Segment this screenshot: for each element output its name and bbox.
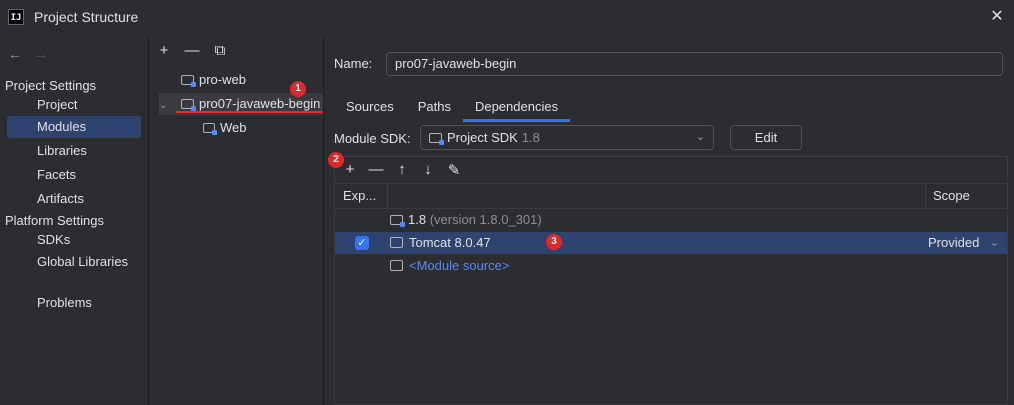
annotation-underline [176,111,323,113]
module-folder-icon [181,75,196,87]
module-name-input[interactable]: pro07-javaweb-begin [386,52,1003,76]
table-row[interactable]: ✓ Tomcat 8.0.47 Provided ⌄ [335,232,1007,254]
name-label: Name: [334,56,373,71]
dependency-name: 1.8 [408,212,427,227]
export-checkbox[interactable]: ✓ [355,236,369,250]
tree-item-label: Web [220,120,247,135]
tab-paths[interactable]: Paths [406,96,463,122]
sdk-folder-icon [429,133,444,145]
module-sdk-label: Module SDK: [334,131,411,146]
add-module-icon[interactable]: + [155,42,173,59]
close-icon[interactable]: ✕ [986,6,1008,28]
column-scope[interactable]: Scope [933,184,970,208]
module-tabs: Sources Paths Dependencies [334,96,571,122]
column-divider [925,184,926,208]
window-title: Project Structure [34,9,139,25]
column-divider [387,184,388,208]
sidebar-item-project[interactable]: Project [7,94,141,116]
module-sdk-version: 1.8 [521,130,540,145]
copy-module-icon[interactable]: ⧉ [211,42,229,59]
forward-arrow-icon[interactable]: → [34,46,48,62]
intellij-logo-icon: IJ [8,9,24,25]
tab-sources[interactable]: Sources [334,96,406,122]
project-settings-header: Project Settings [5,78,97,93]
module-toolbar: + — ⧉ [155,42,229,59]
annotation-badge-1: 1 [290,81,306,97]
move-up-icon[interactable]: ↑ [393,161,411,179]
sidebar-item-global-libraries[interactable]: Global Libraries [7,251,141,273]
remove-dependency-icon[interactable]: — [367,161,385,179]
remove-module-icon[interactable]: — [183,42,201,59]
title-bar: IJ Project Structure ✕ [0,0,1014,36]
annotation-badge-2: 2 [328,152,344,168]
dependency-name: <Module source> [409,258,510,273]
back-arrow-icon[interactable]: ← [8,46,22,62]
annotation-badge-3: 3 [546,234,562,250]
table-row[interactable]: 1.8 (version 1.8.0_301) [335,209,1007,231]
sidebar-item-artifacts[interactable]: Artifacts [7,188,141,210]
edit-pencil-icon[interactable]: ✎ [445,161,463,179]
module-source-icon [390,260,403,271]
sidebar-item-modules[interactable]: Modules [7,116,141,138]
module-sdk-dropdown[interactable]: Project SDK 1.8 ⌄ [420,125,714,150]
web-facet-icon [203,123,217,135]
tab-dependencies[interactable]: Dependencies [462,96,571,122]
sdk-folder-icon [390,215,405,227]
chevron-down-icon: ⌄ [695,131,705,143]
sidebar-item-sdks[interactable]: SDKs [7,229,141,251]
move-down-icon[interactable]: ↓ [419,161,437,179]
edit-sdk-button[interactable]: Edit [730,125,802,150]
sidebar-item-facets[interactable]: Facets [7,164,141,186]
module-details-panel: Name: pro07-javaweb-begin Sources Paths … [324,36,1014,405]
tree-item-web-facet[interactable]: Web [203,117,247,139]
sidebar-item-libraries[interactable]: Libraries [7,140,141,162]
module-sdk-value: Project SDK [447,130,518,145]
dependency-name: Tomcat 8.0.47 [409,235,491,250]
tree-item-pro-web[interactable]: pro-web [181,69,246,91]
scope-dropdown[interactable]: Provided [928,232,979,254]
dependencies-panel: + — ↑ ↓ ✎ Exp... Scope 1.8 (version 1.8.… [334,156,1008,405]
tree-item-label: pro-web [199,72,246,87]
sidebar-item-problems[interactable]: Problems [7,292,141,314]
table-row[interactable]: <Module source> [335,255,1007,277]
column-export[interactable]: Exp... [343,184,376,208]
nav-arrows: ← → [8,46,60,62]
dependency-version: (version 1.8.0_301) [429,212,542,227]
dependencies-table-header: Exp... Scope [335,183,1007,209]
dependencies-toolbar: + — ↑ ↓ ✎ [341,161,463,179]
chevron-down-icon[interactable]: ⌄ [990,232,999,254]
platform-settings-header: Platform Settings [5,213,104,228]
add-dependency-icon[interactable]: + [341,161,359,179]
chevron-down-icon[interactable]: ⌄ [159,95,173,115]
tree-item-label: pro07-javaweb-begin [199,96,321,111]
module-folder-icon [181,99,196,111]
settings-sidebar: ← → Project Settings Project Modules Libr… [0,36,148,405]
library-icon [390,237,403,248]
